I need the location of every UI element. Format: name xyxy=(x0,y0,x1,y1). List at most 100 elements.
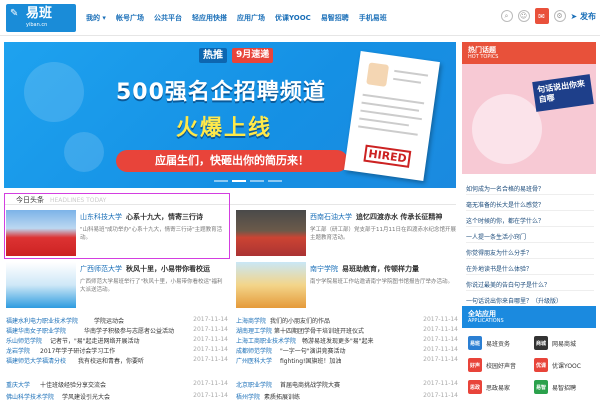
topic-item[interactable]: 毫无准备的长大是什么感觉？ xyxy=(466,200,596,209)
yiban-logo[interactable]: ✎ 易班 yiban.cn xyxy=(6,4,76,32)
headline-desc: 南宁学院易班工作站邀请南宁学院图书馆报告厅举办活动。 xyxy=(310,279,454,285)
news-school[interactable]: 福建师范大学福清分校 xyxy=(6,356,66,365)
divider xyxy=(466,194,594,195)
banner-dot[interactable] xyxy=(250,180,264,182)
news-school[interactable]: 佛山科学技术学院 xyxy=(6,392,54,401)
app-campus-voice[interactable]: 好声 校园好声音 xyxy=(462,356,528,374)
news-text[interactable]: 素质拓展训练 xyxy=(264,392,300,401)
app-yiban-service[interactable]: 易班 易班贡务 xyxy=(462,334,528,352)
headline-text[interactable]: 心系十九大，情寄三行诗 xyxy=(126,213,203,221)
banner-dot[interactable] xyxy=(214,180,228,182)
banner-dot[interactable] xyxy=(268,180,282,182)
mail-icon[interactable]: ✉ xyxy=(534,8,549,24)
news-text[interactable]: 十佳班级经验分享交流会 xyxy=(40,380,106,389)
news-school[interactable]: 北京职业学院 xyxy=(236,380,272,389)
topic-item[interactable]: 如何成为一名合格的易班骨？ xyxy=(466,184,596,193)
resume-photo xyxy=(366,62,390,87)
news-text[interactable]: 首届电商挑战学院大赛 xyxy=(280,380,340,389)
news-school[interactable]: 广州医科大学 xyxy=(236,356,272,365)
app-sizheng[interactable]: 思政 思政易家 xyxy=(462,378,528,396)
news-school[interactable]: 龙岩学院 xyxy=(6,346,30,355)
news-text[interactable]: "一字一句"演讲竞赛活动 xyxy=(280,346,346,355)
news-item[interactable]: 北京职业学院 首届电商挑战学院大赛 2017-11-14 xyxy=(236,380,458,390)
news-item[interactable]: 上海工商职业技术学院 畅游易班发现更多"易"起来 2017-11-14 xyxy=(236,336,458,346)
banner-dot-active[interactable] xyxy=(232,180,246,182)
news-school[interactable]: 成都师范学院 xyxy=(236,346,272,355)
headline-title[interactable]: 西南石油大学 追忆四渡赤水 传承长征精神 xyxy=(310,212,442,222)
news-item[interactable]: 乐山师范学院 记者节，"易"起走进网络开展活动 2017-11-14 xyxy=(6,336,228,346)
nav-mobile[interactable]: 手机易班 xyxy=(359,13,387,23)
search-icon[interactable]: ⌕ xyxy=(500,10,513,22)
headline-title[interactable]: 广西师范大学 秋风十里，小易带你看校运 xyxy=(80,264,210,274)
news-text[interactable]: 学院运动会 xyxy=(94,316,124,325)
headline-text[interactable]: 秋风十里，小易带你看校运 xyxy=(126,265,210,273)
app-icon: 易智 xyxy=(534,380,548,394)
headline-school[interactable]: 南宁学院 xyxy=(310,265,338,273)
topic-item[interactable]: 你说过最美的告白句子是什么？ xyxy=(466,280,596,289)
topic-item[interactable]: 这个时候的你，都在学什么？ xyxy=(466,216,596,225)
headline-card[interactable]: 山东科技大学 心系十九大，情寄三行诗 "山科易班"成功举办"心系十九大，情寄三行诗… xyxy=(6,210,228,260)
news-item[interactable]: 佛山科学技术学院 学风建设引光大会 2017-11-14 xyxy=(6,392,228,402)
news-item[interactable]: 广州医科大学 fighting!国旗班！加油 2017-11-14 xyxy=(236,356,458,366)
headline-school[interactable]: 广西师范大学 xyxy=(80,265,122,273)
headline-school[interactable]: 山东科技大学 xyxy=(80,213,122,221)
news-text[interactable]: 畅游易班发现更多"易"起来 xyxy=(302,336,374,345)
headline-card[interactable]: 广西师范大学 秋风十里，小易带你看校运 广西师范大学易班举行了"秋风十里，小易带你… xyxy=(6,262,228,312)
news-school[interactable]: 乐山师范学院 xyxy=(6,336,42,345)
headline-title[interactable]: 南宁学院 易班助教育，传顿样力量 xyxy=(310,264,419,274)
news-school[interactable]: 福建水利电力职业技术学院 xyxy=(6,316,78,325)
news-school[interactable]: 上海商学院 xyxy=(236,316,266,325)
news-text[interactable]: 我们的小朋友们的作品 xyxy=(270,316,330,325)
app-recruit[interactable]: 易智 易智招聘 xyxy=(528,378,594,396)
app-yooc[interactable]: 优课 优课YOOC xyxy=(528,356,594,374)
news-item[interactable]: 成都师范学院 "一字一句"演讲竞赛活动 2017-11-14 xyxy=(236,346,458,356)
nav-public-platform[interactable]: 公共平台 xyxy=(154,13,182,23)
news-school[interactable]: 重庆大学 xyxy=(6,380,30,389)
nav-recruit[interactable]: 易智招聘 xyxy=(321,13,349,23)
publish-button[interactable]: ➤ 发布 xyxy=(571,11,597,22)
news-school[interactable]: 上海工商职业技术学院 xyxy=(236,336,296,345)
topic-item[interactable]: 一人提一条生活小窍门 xyxy=(466,232,596,241)
topic-item[interactable]: 你觉得朋友为什么分手？ xyxy=(466,248,596,257)
settings-icon[interactable]: ⚙ xyxy=(553,10,566,22)
news-item[interactable]: 福建师范大学福清分校 我有校运和青春，你要听 2017-11-14 xyxy=(6,356,228,366)
news-text[interactable]: 我有校运和青春，你要听 xyxy=(78,356,144,365)
news-item[interactable]: 福建水利电力职业技术学院 学院运动会 2017-11-14 xyxy=(6,316,228,326)
news-text[interactable]: fighting!国旗班！加油 xyxy=(280,356,341,365)
nav-yooc[interactable]: 优课YOOC xyxy=(275,13,311,23)
headline-card[interactable]: 南宁学院 易班助教育，传顿样力量 南宁学院易班工作站邀请南宁学院图书馆报告厅举办活… xyxy=(236,262,458,312)
news-text[interactable]: 第十四期团学骨干培训班开班仪式 xyxy=(274,326,364,335)
topic-item[interactable]: 一句话说出你来自哪里？（升级版） xyxy=(466,296,596,305)
recruit-banner[interactable]: 热推 9月速递 500强名企招聘频道 火爆上线 应届生们，快砸出你的简历来！ H… xyxy=(4,42,456,188)
news-item[interactable]: 重庆大学 十佳班级经验分享交流会 2017-11-14 xyxy=(6,380,228,390)
news-item[interactable]: 湖南理工学院 第十四期团学骨干培训班开班仪式 2017-11-14 xyxy=(236,326,458,336)
news-date: 2017-11-14 xyxy=(423,392,458,399)
nav-light-app[interactable]: 轻应用快搭 xyxy=(192,13,227,23)
news-item[interactable]: 梧州学院 素质拓展训练 2017-11-14 xyxy=(236,392,458,402)
news-text[interactable]: 记者节，"易"起走进网络开展活动 xyxy=(50,336,140,345)
topic-item[interactable]: 在外地读书是什么体验？ xyxy=(466,264,596,273)
headline-text[interactable]: 追忆四渡赤水 传承长征精神 xyxy=(356,213,442,221)
news-text[interactable]: 华南学子积极参与志愿者公益活动 xyxy=(84,326,174,335)
headline-thumb xyxy=(6,262,76,308)
nav-app-square[interactable]: 应用广场 xyxy=(237,13,265,23)
news-item[interactable]: 龙岩学院 2017年学子研讨会学习工作 2017-11-14 xyxy=(6,346,228,356)
headline-card[interactable]: 西南石油大学 追忆四渡赤水 传承长征精神 学工部（研工部）党支部于11月11日在四… xyxy=(236,210,458,260)
news-item[interactable]: 上海商学院 我们的小朋友们的作品 2017-11-14 xyxy=(236,316,458,326)
news-item[interactable]: 福建华南女子职业学院 华南学子积极参与志愿者公益活动 2017-11-14 xyxy=(6,326,228,336)
user-icon[interactable]: ☺ xyxy=(517,10,530,22)
news-text[interactable]: 学风建设引光大会 xyxy=(62,392,110,401)
headline-school[interactable]: 西南石油大学 xyxy=(310,213,352,221)
headline-title[interactable]: 山东科技大学 心系十九大，情寄三行诗 xyxy=(80,212,203,222)
news-school[interactable]: 福建华南女子职业学院 xyxy=(6,326,66,335)
news-school[interactable]: 湖南理工学院 xyxy=(236,326,272,335)
hot-topic-image[interactable]: 句话说出你来自哪 xyxy=(462,64,596,174)
nav-account-square[interactable]: 帐号广场 xyxy=(116,13,144,23)
apps-title-en: APPLICATIONS xyxy=(468,318,504,324)
nav-my[interactable]: 我的 ▾ xyxy=(86,13,106,23)
headline-text[interactable]: 易班助教育，传顿样力量 xyxy=(342,265,419,273)
news-text[interactable]: 2017年学子研讨会学习工作 xyxy=(40,346,115,355)
app-label: 易班贡务 xyxy=(486,341,511,348)
app-netease-mall[interactable]: 商城 网易商城 xyxy=(528,334,594,352)
news-school[interactable]: 梧州学院 xyxy=(236,392,260,401)
